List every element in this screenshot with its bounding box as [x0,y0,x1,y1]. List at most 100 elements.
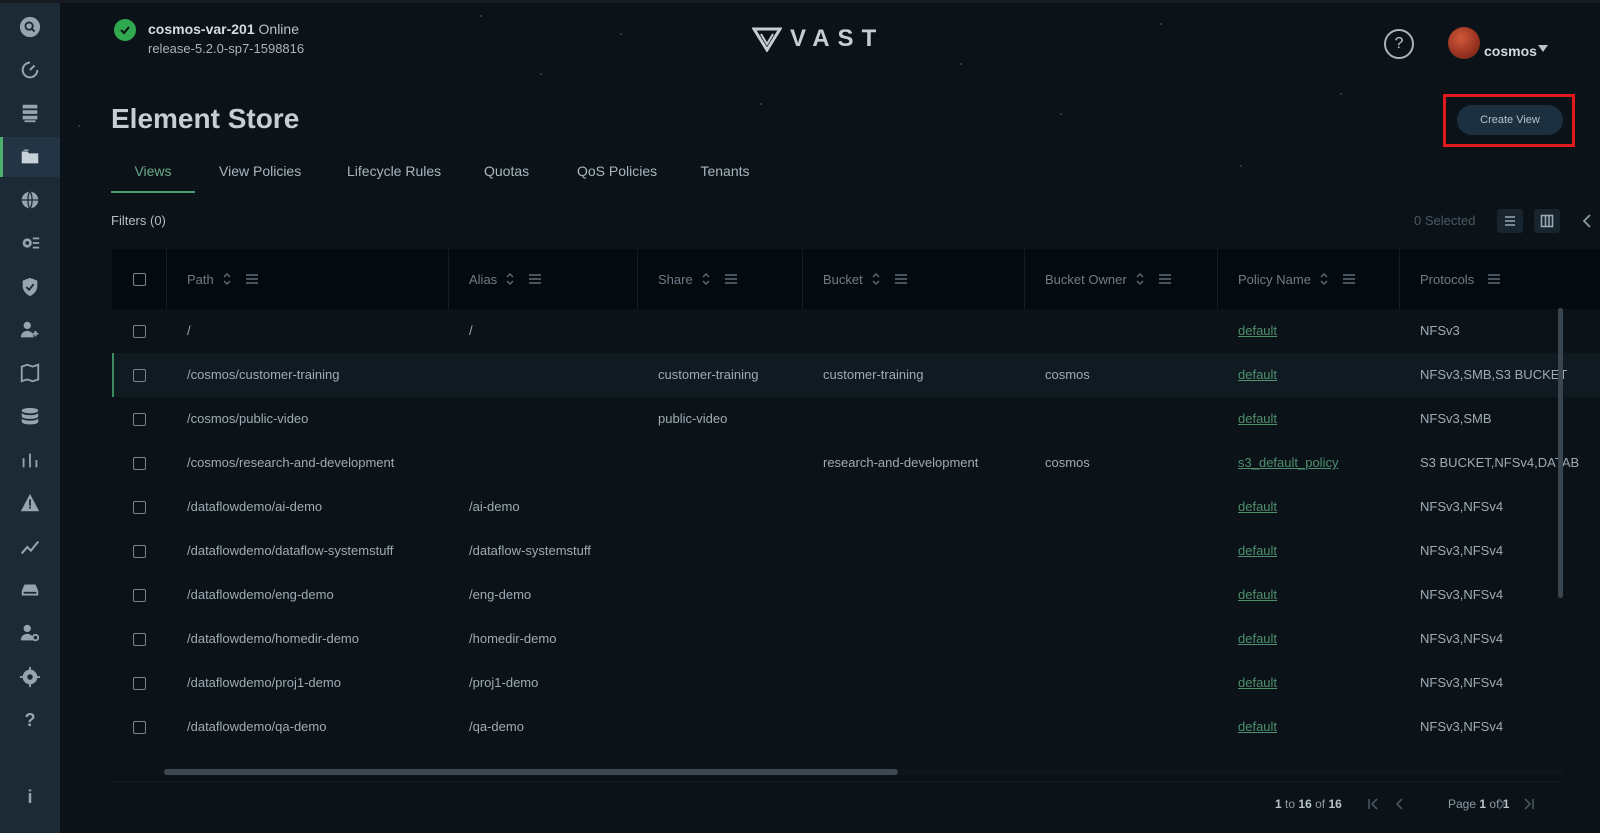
online-status-icon [114,19,136,41]
cell-policy-link[interactable]: s3_default_policy [1238,441,1338,485]
sidebar-item-network[interactable] [0,180,60,220]
sidebar-item-search[interactable] [0,7,60,47]
table-row[interactable]: /dataflowdemo/ai-demo /ai-demo default N… [112,485,1600,529]
row-checkbox[interactable] [133,501,146,514]
column-menu-icon[interactable] [1342,274,1355,284]
sort-icon[interactable] [1135,273,1145,285]
sidebar-item-activity[interactable] [0,527,60,567]
sidebar-item-infrastructure[interactable] [0,93,60,133]
row-checkbox[interactable] [133,589,146,602]
column-menu-icon[interactable] [894,274,907,284]
sidebar-item-hardware[interactable] [0,570,60,610]
cell-policy-link[interactable]: default [1238,353,1277,397]
column-menu-icon[interactable] [245,274,258,284]
cell-policy-link[interactable]: default [1238,617,1277,661]
sort-icon[interactable] [871,273,881,285]
sidebar-item-settings[interactable] [0,657,60,697]
tab-tenants[interactable]: Tenants [700,163,750,193]
previous-page-button[interactable] [1393,797,1407,811]
tab-qos-policies[interactable]: QoS Policies [577,163,657,193]
last-page-button[interactable] [1522,797,1536,811]
shield-icon [22,277,38,297]
tab-lifecycle-rules[interactable]: Lifecycle Rules [347,163,441,193]
tab-view-policies[interactable]: View Policies [219,163,301,193]
sidebar-item-info[interactable]: i [0,777,60,817]
cell-protocols: NFSv3,SMB,S3 BUCKET [1420,367,1568,382]
table-row[interactable]: / / default NFSv3 [112,309,1600,353]
table-row[interactable]: /dataflowdemo/eng-demo /eng-demo default… [112,573,1600,617]
column-menu-icon[interactable] [1158,274,1171,284]
table-row[interactable]: /cosmos/public-video public-video defaul… [112,397,1600,441]
sidebar-item-administrators[interactable] [0,613,60,653]
cell-policy-link[interactable]: default [1238,573,1277,617]
vertical-scrollbar[interactable] [1558,308,1563,598]
column-header-bucket-owner[interactable]: Bucket Owner [1025,249,1218,309]
sort-icon[interactable] [505,273,515,285]
sidebar-item-security[interactable] [0,267,60,307]
list-view-button[interactable] [1497,209,1523,233]
filters-toggle[interactable]: Filters (0) [111,213,166,228]
sort-icon[interactable] [222,273,232,285]
column-menu-icon[interactable] [529,274,542,284]
sidebar-item-analytics[interactable] [0,440,60,480]
row-checkbox[interactable] [133,325,146,338]
row-checkbox[interactable] [133,721,146,734]
sidebar-item-dashboard[interactable] [0,50,60,90]
row-checkbox[interactable] [133,633,146,646]
sort-icon[interactable] [1319,273,1329,285]
row-checkbox[interactable] [133,545,146,558]
user-menu[interactable]: cosmos [1484,43,1537,59]
cell-policy-link[interactable]: default [1238,661,1277,705]
column-header-protocols[interactable]: Protocols [1400,249,1600,309]
tab-views[interactable]: Views [111,163,195,193]
cell-policy-link[interactable]: default [1238,485,1277,529]
column-label: Alias [469,271,498,287]
cell-path: /dataflowdemo/ai-demo [187,499,323,514]
table-row[interactable]: /dataflowdemo/dataflow-systemstuff /data… [112,529,1600,573]
sidebar-item-user-management[interactable] [0,310,60,350]
table-row[interactable]: /dataflowdemo/proj1-demo /proj1-demo def… [112,661,1600,705]
row-checkbox[interactable] [133,413,146,426]
column-header-policy-name[interactable]: Policy Name [1218,249,1400,309]
column-menu-icon[interactable] [724,274,737,284]
collapse-panel-button[interactable] [1580,213,1594,229]
cell-policy-link[interactable]: default [1238,397,1277,441]
table-row[interactable]: /cosmos/research-and-development researc… [112,441,1600,485]
caret-down-icon[interactable] [1538,45,1548,53]
column-header-bucket[interactable]: Bucket [803,249,1025,309]
cell-policy-link[interactable]: default [1238,309,1277,353]
sidebar-item-data-protection[interactable] [0,353,60,393]
column-header-share[interactable]: Share [638,249,803,309]
cell-protocols: NFSv3 [1420,323,1460,338]
cell-policy-link[interactable]: default [1238,705,1277,749]
row-checkbox[interactable] [133,457,146,470]
column-menu-icon[interactable] [1488,274,1501,284]
row-checkbox[interactable] [133,677,146,690]
cell-path: /dataflowdemo/eng-demo [187,587,334,602]
sidebar-item-services[interactable] [0,223,60,263]
first-page-button[interactable] [1366,797,1380,811]
next-page-button[interactable] [1494,797,1508,811]
sidebar-item-alerts[interactable] [0,483,60,523]
sort-icon[interactable] [701,273,711,285]
cell-alias: / [469,323,473,338]
user-avatar[interactable] [1448,27,1480,59]
row-checkbox[interactable] [133,369,146,382]
sidebar-item-database[interactable] [0,397,60,437]
column-header-path[interactable]: Path [167,249,449,309]
cell-path: /dataflowdemo/dataflow-systemstuff [187,543,394,558]
sidebar-item-element-store[interactable] [0,137,60,177]
horizontal-scrollbar[interactable] [164,769,898,775]
help-button[interactable]: ? [1384,29,1414,59]
tab-quotas[interactable]: Quotas [484,163,529,193]
create-view-button[interactable]: Create View [1457,105,1563,135]
columns-button[interactable] [1534,209,1560,233]
table-row[interactable]: /dataflowdemo/homedir-demo /homedir-demo… [112,617,1600,661]
table-row[interactable]: /cosmos/customer-training customer-train… [112,353,1600,397]
cell-alias: /ai-demo [469,499,520,514]
column-header-alias[interactable]: Alias [449,249,638,309]
select-all-checkbox[interactable] [132,272,146,286]
table-row[interactable]: /dataflowdemo/qa-demo /qa-demo default N… [112,705,1600,749]
sidebar-item-help[interactable]: ? [0,700,60,740]
cell-policy-link[interactable]: default [1238,529,1277,573]
